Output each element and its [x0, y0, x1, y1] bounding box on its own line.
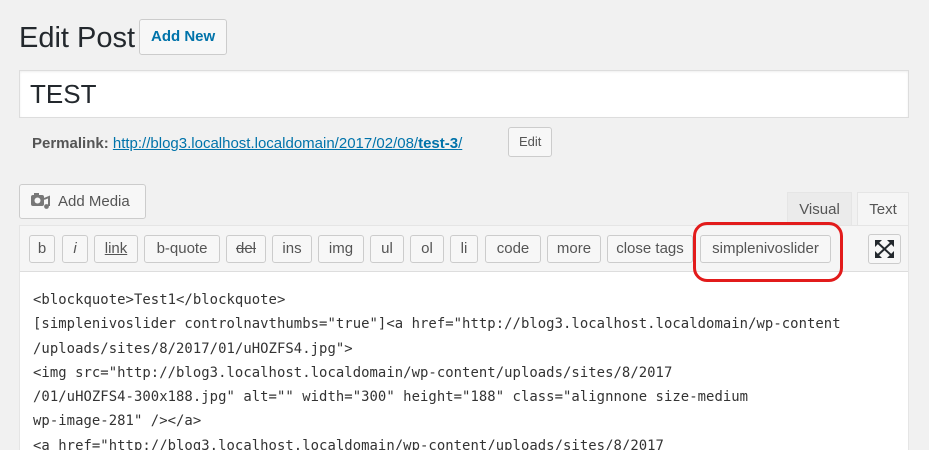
qt-bold-button[interactable]: b [29, 235, 55, 263]
tab-visual[interactable]: Visual [787, 192, 852, 226]
page-title: Edit Post [19, 22, 136, 54]
editor-line: [simplenivoslider controlnavthumbs="true… [33, 316, 841, 333]
permalink-slug: test-3 [418, 135, 459, 152]
quicktags-toolbar: b i link b-quote del ins img ul ol li co… [20, 226, 908, 272]
qt-simplenivoslider-button[interactable]: simplenivoslider [700, 235, 831, 263]
permalink-edit-button[interactable]: Edit [508, 127, 553, 157]
text-editor: b i link b-quote del ins img ul ol li co… [19, 225, 909, 450]
permalink-link[interactable]: http://blog3.localhost.localdomain/2017/… [113, 135, 462, 152]
qt-close-tags-button[interactable]: close tags [607, 235, 693, 263]
fullscreen-button[interactable] [868, 234, 901, 264]
permalink-url-prefix: http://blog3.localhost.localdomain/2017/… [112, 135, 419, 152]
post-title-input[interactable]: TEST [19, 70, 909, 118]
qt-more-button[interactable]: more [547, 235, 601, 263]
permalink-row: Permalink: http://blog3.localhost.locald… [32, 134, 462, 154]
qt-ul-button[interactable]: ul [370, 235, 404, 263]
editor-line: <a href="http://blog3.localhost.localdom… [33, 437, 664, 450]
permalink-label: Permalink: [32, 135, 109, 152]
qt-italic-button[interactable]: i [62, 235, 88, 263]
editor-line: /uploads/sites/8/2017/01/uHOZFS4.jpg"> [33, 340, 353, 357]
qt-img-button[interactable]: img [318, 235, 364, 263]
qt-bquote-button[interactable]: b-quote [144, 235, 220, 263]
qt-ol-button[interactable]: ol [410, 235, 444, 263]
qt-del-button[interactable]: del [226, 235, 266, 263]
tab-text[interactable]: Text [857, 192, 909, 226]
qt-ins-button[interactable]: ins [272, 235, 312, 263]
editor-line: wp-image-281" /></a> [33, 413, 202, 430]
add-media-button[interactable]: Add Media [19, 184, 146, 219]
editor-line: <blockquote>Test1</blockquote> [33, 292, 286, 308]
qt-link-button[interactable]: link [94, 235, 138, 263]
add-new-button[interactable]: Add New [139, 19, 228, 55]
permalink-url-suffix: / [458, 135, 463, 152]
camera-music-icon [31, 193, 50, 209]
add-media-label: Add Media [58, 193, 130, 210]
qt-code-button[interactable]: code [485, 235, 541, 263]
fullscreen-icon [875, 240, 894, 258]
qt-li-button[interactable]: li [450, 235, 478, 263]
editor-line: <img src="http://blog3.localhost.localdo… [33, 364, 673, 381]
editor-content[interactable]: <blockquote>Test1</blockquote> [simpleniv… [33, 288, 841, 450]
editor-line: /01/uHOZFS4-300x188.jpg" alt="" width="3… [33, 389, 749, 406]
